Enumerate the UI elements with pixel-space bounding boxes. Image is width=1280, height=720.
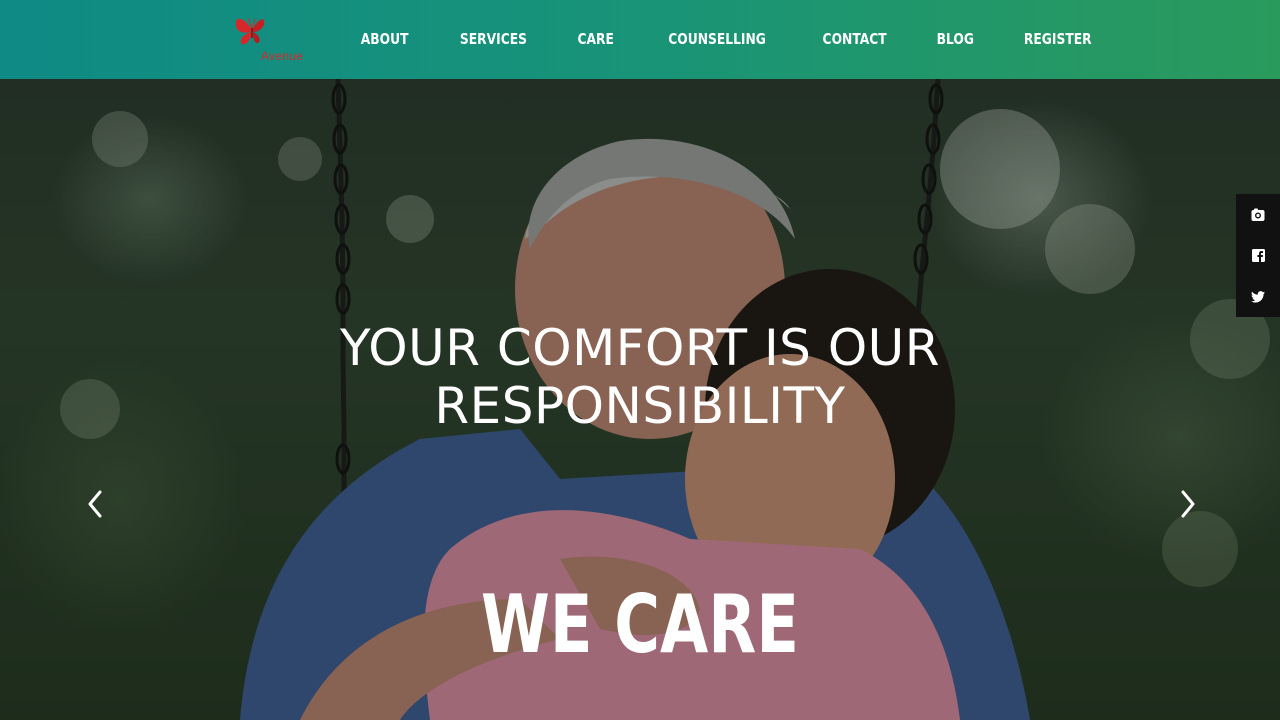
site-logo[interactable]: Avenue	[228, 12, 324, 68]
nav-item-register: REGISTER	[997, 0, 1119, 79]
nav-link-care[interactable]: CARE	[562, 0, 630, 79]
twitter-icon	[1251, 290, 1265, 303]
hero-headline-line-1: YOUR COMFORT IS OUR	[339, 319, 941, 377]
nav-link-about[interactable]: ABOUT	[345, 0, 425, 79]
slider-next-button[interactable]	[1173, 484, 1203, 524]
nav-item-services: SERVICES	[433, 0, 554, 79]
chevron-right-icon	[1181, 490, 1195, 518]
nav-item-blog: BLOG	[913, 0, 998, 79]
nav-list: ABOUT SERVICES CARE COUNSELLING CONTACT …	[336, 0, 1119, 79]
slider-prev-button[interactable]	[80, 484, 110, 524]
facebook-icon	[1251, 249, 1265, 262]
hero-tagline: WE CARE	[481, 578, 799, 671]
social-sidebar	[1236, 194, 1280, 317]
nav-item-about: ABOUT	[336, 0, 433, 79]
nav-link-counselling[interactable]: COUNSELLING	[652, 0, 782, 79]
social-link-facebook[interactable]	[1236, 235, 1280, 276]
hero-headline: YOUR COMFORT IS OUR RESPONSIBILITY	[240, 319, 1040, 435]
nav-link-contact[interactable]: CONTACT	[806, 0, 902, 79]
chevron-left-icon	[88, 490, 102, 518]
instagram-icon	[1251, 208, 1265, 221]
nav-item-counselling: COUNSELLING	[638, 0, 796, 79]
logo-text: Avenue	[261, 49, 304, 63]
social-link-twitter[interactable]	[1236, 276, 1280, 317]
nav-link-blog[interactable]: BLOG	[920, 0, 989, 79]
nav-item-care: CARE	[554, 0, 637, 79]
hero-headline-line-2: RESPONSIBILITY	[434, 377, 846, 435]
nav-link-services[interactable]: SERVICES	[444, 0, 543, 79]
site-header: Avenue ABOUT SERVICES CARE COUNSELLING C…	[0, 0, 1280, 79]
social-link-instagram[interactable]	[1236, 194, 1280, 235]
nav-link-register[interactable]: REGISTER	[1008, 0, 1108, 79]
hero-slider: YOUR COMFORT IS OUR RESPONSIBILITY WE CA…	[0, 79, 1280, 720]
butterfly-logo-icon	[235, 17, 265, 45]
nav-item-contact: CONTACT	[796, 0, 913, 79]
